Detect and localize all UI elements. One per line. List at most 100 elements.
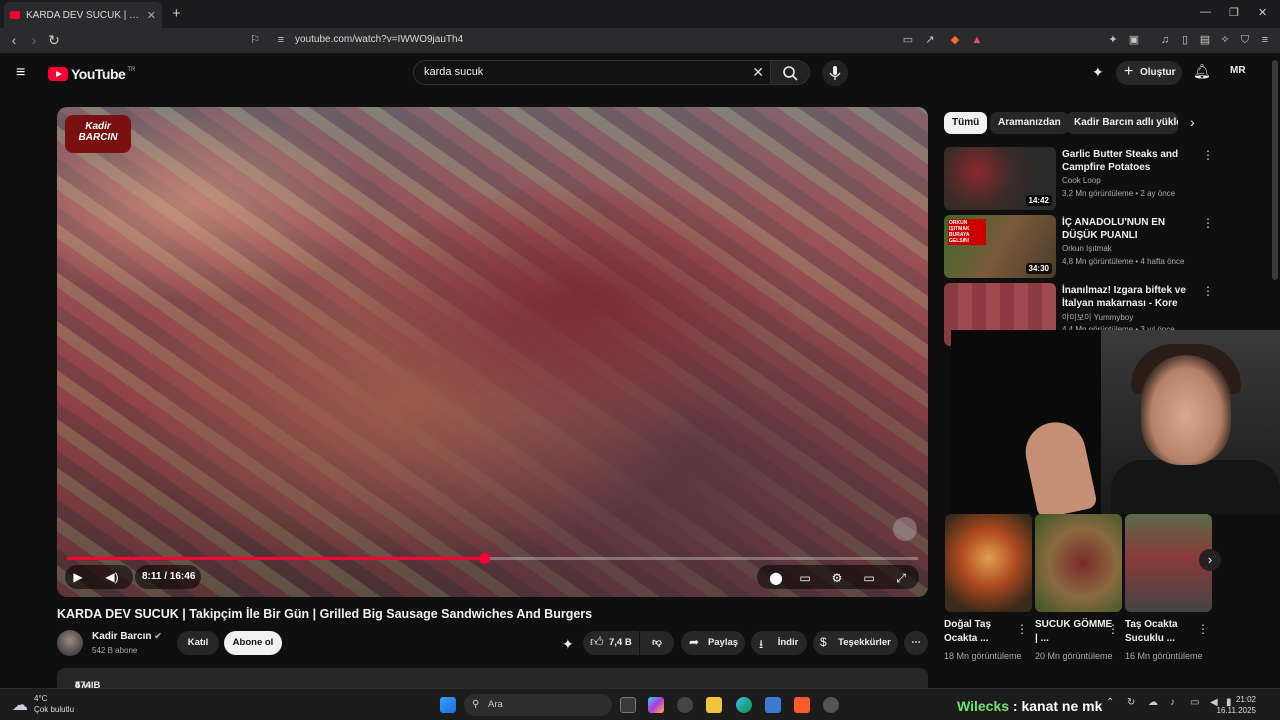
clear-search-icon[interactable]: ✕ bbox=[752, 61, 764, 84]
video-player[interactable]: Kadir BARCIN ▶ ◀︎) 8:11 / 16:46 ⬤ ▭ ⚙ ▭ … bbox=[57, 107, 928, 597]
studio-icon[interactable]: ✦ bbox=[1092, 64, 1104, 81]
join-button[interactable]: Katıl bbox=[177, 631, 219, 655]
weather-cloud-icon[interactable]: ☁ bbox=[12, 695, 28, 715]
more-options-icon[interactable]: ⋮ bbox=[1202, 216, 1214, 230]
youtube-logo[interactable]: YouTube TR bbox=[48, 66, 135, 82]
share-icon[interactable]: ↗ bbox=[923, 33, 937, 47]
tray-display-icon[interactable]: ▭ bbox=[1190, 697, 1199, 708]
short-thumbnail[interactable] bbox=[945, 514, 1032, 612]
settings-gear-icon[interactable]: ⚙ bbox=[829, 571, 845, 585]
site-info-icon[interactable]: ≡ bbox=[274, 33, 288, 47]
bookmark-icon[interactable]: ⚐ bbox=[248, 33, 262, 47]
recommendation-item[interactable]: ORKUN IŞITMAK BURAYA GELSIN! 34:30 İÇ AN… bbox=[944, 215, 1244, 279]
sidebar-icon[interactable]: ▯ bbox=[1178, 33, 1192, 47]
channel-branding-icon[interactable] bbox=[893, 517, 917, 541]
page-scrollbar[interactable] bbox=[1272, 60, 1278, 280]
brave-rewards-icon[interactable]: ▲ bbox=[970, 33, 984, 47]
tray-overflow-icon[interactable]: ⌃ bbox=[1106, 697, 1114, 708]
chip-from-uploader[interactable]: Kadir Barcın adlı yükleyiciden bbox=[1066, 112, 1178, 134]
channel-name[interactable]: 야미보이 Yummyboy bbox=[1062, 312, 1133, 323]
taskbar-clock[interactable]: 21:02 16.11.2025 bbox=[1217, 694, 1256, 716]
shorts-next-icon[interactable]: › bbox=[1199, 549, 1221, 571]
more-options-icon[interactable]: ⋮ bbox=[1107, 622, 1119, 636]
tray-mic-icon[interactable]: ♪ bbox=[1170, 697, 1175, 708]
fullscreen-icon[interactable]: ⤢ bbox=[893, 571, 909, 586]
screenshot-icon[interactable]: ▣ bbox=[1127, 33, 1141, 47]
stream-chat-message: Wilecks : kanat ne mk bbox=[957, 698, 1102, 714]
tray-sync-icon[interactable]: ↻ bbox=[1127, 697, 1135, 708]
close-tab-icon[interactable]: ✕ bbox=[147, 9, 156, 22]
progress-scrubber[interactable] bbox=[478, 553, 490, 564]
leo-ai-icon[interactable]: ✧ bbox=[1218, 33, 1232, 47]
theater-mode-icon[interactable]: ▭ bbox=[861, 571, 877, 585]
chip-all[interactable]: Tümü bbox=[944, 112, 988, 134]
short-thumbnail[interactable] bbox=[1035, 514, 1122, 612]
tray-cloud-icon[interactable]: ☁ bbox=[1148, 697, 1158, 708]
autoplay-toggle-icon[interactable]: ⬤ bbox=[766, 571, 786, 585]
subscribe-button[interactable]: Abone ol bbox=[224, 631, 282, 655]
more-options-icon[interactable]: ⋮ bbox=[1197, 622, 1209, 636]
windows-start-icon[interactable] bbox=[440, 697, 456, 713]
channel-avatar[interactable] bbox=[57, 630, 83, 656]
short-title[interactable]: SUCUK GÖMME | ... bbox=[1035, 618, 1115, 646]
brave-browser-icon[interactable] bbox=[794, 697, 810, 713]
forward-icon[interactable]: › bbox=[26, 32, 42, 48]
microsoft-store-icon[interactable] bbox=[765, 697, 781, 713]
new-tab-button[interactable]: + bbox=[172, 5, 181, 22]
browser-tab[interactable]: KARDA DEV SUCUK | Takipçim İle Bir Gün |… bbox=[4, 2, 162, 28]
video-title[interactable]: Garlic Butter Steaks and Campfire Potato… bbox=[1062, 148, 1192, 174]
file-explorer-icon[interactable] bbox=[706, 697, 722, 713]
channel-name-link[interactable]: Kadir Barcın ✔︎ bbox=[92, 631, 162, 642]
play-icon[interactable]: ▶ bbox=[70, 570, 86, 584]
music-icon[interactable]: ♫ bbox=[1158, 33, 1172, 47]
temperature: 4°C bbox=[34, 694, 48, 703]
voice-search-button[interactable] bbox=[822, 60, 848, 86]
close-window-icon[interactable]: ✕ bbox=[1258, 6, 1267, 19]
recommendation-item[interactable]: 14:42 Garlic Butter Steaks and Campfire … bbox=[944, 147, 1244, 211]
more-actions-button[interactable]: ⋯ bbox=[904, 631, 928, 655]
ask-ai-icon[interactable]: ✦ bbox=[562, 636, 574, 653]
more-options-icon[interactable]: ⋮ bbox=[1016, 622, 1028, 636]
view-and-age: 474 B görüntüleme 5 yıl önce bbox=[66, 674, 133, 702]
restore-icon[interactable]: ❐ bbox=[1229, 6, 1239, 19]
channel-name[interactable]: Orkun Işıtmak bbox=[1062, 244, 1112, 253]
extensions-icon[interactable]: ✦ bbox=[1106, 33, 1120, 47]
url-field[interactable]: youtube.com/watch?v=IWWO9jauTh4 bbox=[295, 34, 463, 45]
notifications-bell-icon[interactable]: 🔔︎ bbox=[1193, 63, 1211, 80]
hamburger-menu-icon[interactable]: ≡ bbox=[16, 64, 25, 82]
chip-from-search[interactable]: Aramanızdan bbox=[990, 112, 1069, 134]
menu-icon[interactable]: ≡ bbox=[1258, 33, 1272, 47]
back-icon[interactable]: ‹ bbox=[6, 32, 22, 48]
more-options-icon[interactable]: ⋮ bbox=[1202, 148, 1214, 162]
search-button[interactable] bbox=[770, 60, 810, 85]
vpn-icon[interactable]: ⛉ bbox=[1238, 33, 1252, 47]
volume-icon[interactable]: ◀︎) bbox=[104, 570, 120, 584]
cast-icon[interactable]: ▭ bbox=[901, 33, 915, 47]
app-icon[interactable] bbox=[823, 697, 839, 713]
search-input[interactable]: karda sucuk ✕ bbox=[413, 60, 771, 85]
video-title[interactable]: İÇ ANADOLU'NUN EN DÜŞÜK PUANLI RESTORANT… bbox=[1062, 216, 1192, 242]
video-thumbnail[interactable]: ORKUN IŞITMAK BURAYA GELSIN! 34:30 bbox=[944, 215, 1056, 278]
taskbar-search[interactable]: ⚲ Ara bbox=[464, 694, 612, 716]
reload-icon[interactable]: ↻ bbox=[46, 32, 62, 49]
task-view-icon[interactable] bbox=[620, 697, 636, 713]
subtitles-icon[interactable]: ▭ bbox=[797, 571, 813, 585]
brave-shield-icon[interactable]: ◆ bbox=[948, 33, 962, 47]
minimize-icon[interactable]: — bbox=[1200, 6, 1211, 18]
create-button[interactable]: Oluştur bbox=[1116, 60, 1182, 85]
edge-icon[interactable] bbox=[736, 697, 752, 713]
wallet-icon[interactable]: ▤ bbox=[1198, 33, 1212, 47]
short-title[interactable]: Doğal Taş Ocakta ... bbox=[944, 618, 1024, 646]
chips-next-icon[interactable]: › bbox=[1190, 114, 1195, 130]
weather-widget[interactable]: 4°C Çok bulutlu bbox=[34, 693, 74, 715]
short-title[interactable]: Taş Ocakta Sucuklu ... bbox=[1125, 618, 1205, 646]
account-avatar[interactable]: MR bbox=[1230, 65, 1246, 76]
more-options-icon[interactable]: ⋮ bbox=[1202, 284, 1214, 298]
dislike-button[interactable]: 👎︎ bbox=[640, 631, 674, 655]
obs-icon[interactable] bbox=[677, 697, 693, 713]
copilot-icon[interactable] bbox=[648, 697, 664, 713]
video-title[interactable]: İnanılmaz! Izgara biftek ve İtalyan maka… bbox=[1062, 284, 1192, 310]
progress-bar[interactable] bbox=[67, 553, 918, 564]
video-thumbnail[interactable]: 14:42 bbox=[944, 147, 1056, 210]
channel-name[interactable]: Cook Loop bbox=[1062, 176, 1101, 185]
